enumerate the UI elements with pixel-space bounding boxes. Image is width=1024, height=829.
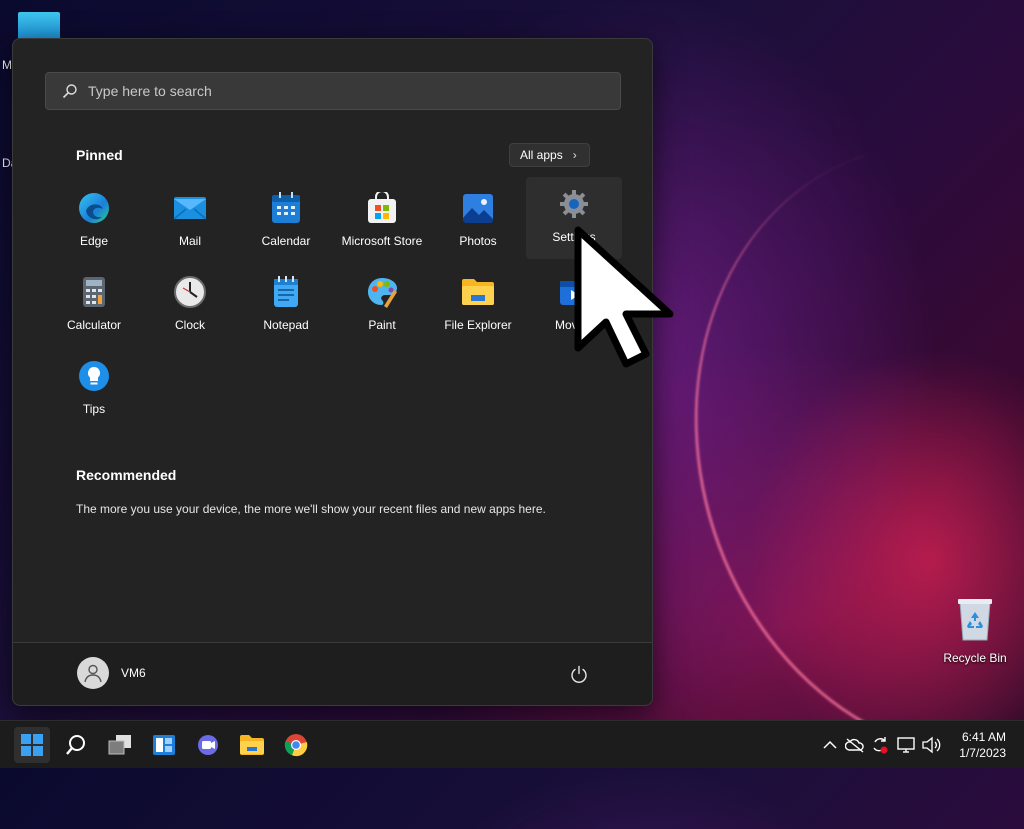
app-label: Notepad bbox=[263, 318, 309, 332]
pinned-app-calculator[interactable]: Calculator bbox=[46, 265, 142, 347]
app-label: Clock bbox=[174, 318, 205, 332]
pinned-app-calendar[interactable]: Calendar bbox=[238, 181, 334, 263]
start-button[interactable] bbox=[14, 727, 50, 763]
app-label: Paint bbox=[368, 318, 396, 332]
search-box[interactable]: Type here to search bbox=[45, 72, 621, 110]
taskbar-search-button[interactable] bbox=[58, 727, 94, 763]
start-menu-footer: VM6 bbox=[13, 642, 652, 705]
pinned-app-edge[interactable]: Edge bbox=[46, 181, 142, 263]
app-label: Tips bbox=[82, 402, 106, 416]
pinned-app-notepad[interactable]: Notepad bbox=[238, 265, 334, 347]
taskbar-clock[interactable]: 6:41 AM 1/7/2023 bbox=[959, 729, 1006, 761]
folder-icon bbox=[240, 735, 264, 755]
network-icon bbox=[897, 737, 915, 753]
clock-date: 1/7/2023 bbox=[959, 746, 1006, 760]
app-label: Edge bbox=[79, 234, 109, 248]
cloud-off-icon bbox=[845, 738, 864, 753]
app-label: Mail bbox=[178, 234, 201, 248]
task-view-button[interactable] bbox=[102, 727, 138, 763]
app-label: Calendar bbox=[261, 234, 311, 248]
widgets-button[interactable] bbox=[146, 727, 182, 763]
app-label: File Explorer bbox=[444, 318, 512, 332]
user-name[interactable]: VM6 bbox=[121, 666, 146, 680]
pinned-app-tips[interactable]: Tips bbox=[46, 349, 142, 431]
recommended-heading: Recommended bbox=[76, 467, 177, 483]
recommended-empty-text: The more you use your device, the more w… bbox=[76, 502, 546, 516]
desktop-icon-monitor[interactable] bbox=[18, 12, 60, 40]
user-icon bbox=[84, 664, 102, 683]
start-menu: Type here to search Pinned All apps › Ed… bbox=[12, 38, 653, 706]
network-tray-button[interactable] bbox=[896, 735, 916, 755]
pinned-app-microsoft-store[interactable]: Microsoft Store bbox=[334, 181, 430, 263]
recycle-bin-icon bbox=[958, 599, 992, 641]
desktop-icon-label-m: M bbox=[2, 58, 12, 72]
sync-alert-icon bbox=[873, 737, 888, 754]
photos-icon bbox=[461, 191, 495, 225]
teams-chat-button[interactable] bbox=[190, 727, 226, 763]
clock-time: 6:41 AM bbox=[961, 730, 1006, 744]
mail-icon bbox=[173, 191, 207, 225]
wallpaper-arc bbox=[616, 74, 1024, 829]
volume-tray-button[interactable] bbox=[921, 735, 941, 755]
windows-logo-icon bbox=[21, 734, 43, 756]
update-status-button[interactable] bbox=[870, 735, 890, 755]
mouse-cursor-icon bbox=[574, 226, 674, 368]
all-apps-button[interactable]: All apps › bbox=[509, 143, 590, 167]
notepad-icon bbox=[269, 275, 303, 309]
show-hidden-icons-button[interactable] bbox=[820, 735, 840, 755]
taskbar: 6:41 AM 1/7/2023 bbox=[0, 720, 1024, 768]
task-view-icon bbox=[108, 735, 131, 755]
avatar[interactable] bbox=[77, 657, 109, 689]
taskbar-file-explorer[interactable] bbox=[234, 727, 270, 763]
pinned-app-file-explorer[interactable]: File Explorer bbox=[430, 265, 526, 347]
pinned-app-photos[interactable]: Photos bbox=[430, 181, 526, 263]
pinned-heading: Pinned bbox=[76, 147, 123, 163]
search-placeholder: Type here to search bbox=[88, 83, 212, 99]
all-apps-label: All apps bbox=[520, 148, 563, 162]
pinned-app-clock[interactable]: Clock bbox=[142, 265, 238, 347]
folder-icon bbox=[461, 275, 495, 309]
store-icon bbox=[365, 191, 399, 225]
edge-icon bbox=[77, 191, 111, 225]
chevron-up-icon bbox=[823, 740, 837, 749]
recycle-bin-label: Recycle Bin bbox=[943, 651, 1007, 665]
app-label: Calculator bbox=[66, 318, 122, 332]
lightbulb-icon bbox=[77, 359, 111, 393]
calendar-icon bbox=[269, 191, 303, 225]
onedrive-tray-button[interactable] bbox=[845, 735, 865, 755]
gear-icon bbox=[557, 187, 591, 221]
taskbar-chrome[interactable] bbox=[278, 727, 314, 763]
chat-icon bbox=[198, 735, 218, 755]
app-label: Microsoft Store bbox=[341, 234, 423, 248]
chevron-right-icon: › bbox=[572, 148, 577, 162]
speaker-icon bbox=[922, 736, 941, 754]
clock-icon bbox=[173, 275, 207, 309]
desktop-icon-recycle-bin[interactable]: Recycle Bin bbox=[940, 596, 1010, 665]
pinned-app-paint[interactable]: Paint bbox=[334, 265, 430, 347]
pinned-app-mail[interactable]: Mail bbox=[142, 181, 238, 263]
search-icon bbox=[66, 735, 85, 755]
search-icon bbox=[62, 84, 77, 99]
chrome-icon bbox=[284, 734, 308, 757]
paint-icon bbox=[365, 275, 399, 309]
power-icon[interactable] bbox=[570, 665, 588, 683]
app-label: Photos bbox=[459, 234, 497, 248]
calculator-icon bbox=[77, 275, 111, 309]
widgets-icon bbox=[153, 735, 175, 755]
